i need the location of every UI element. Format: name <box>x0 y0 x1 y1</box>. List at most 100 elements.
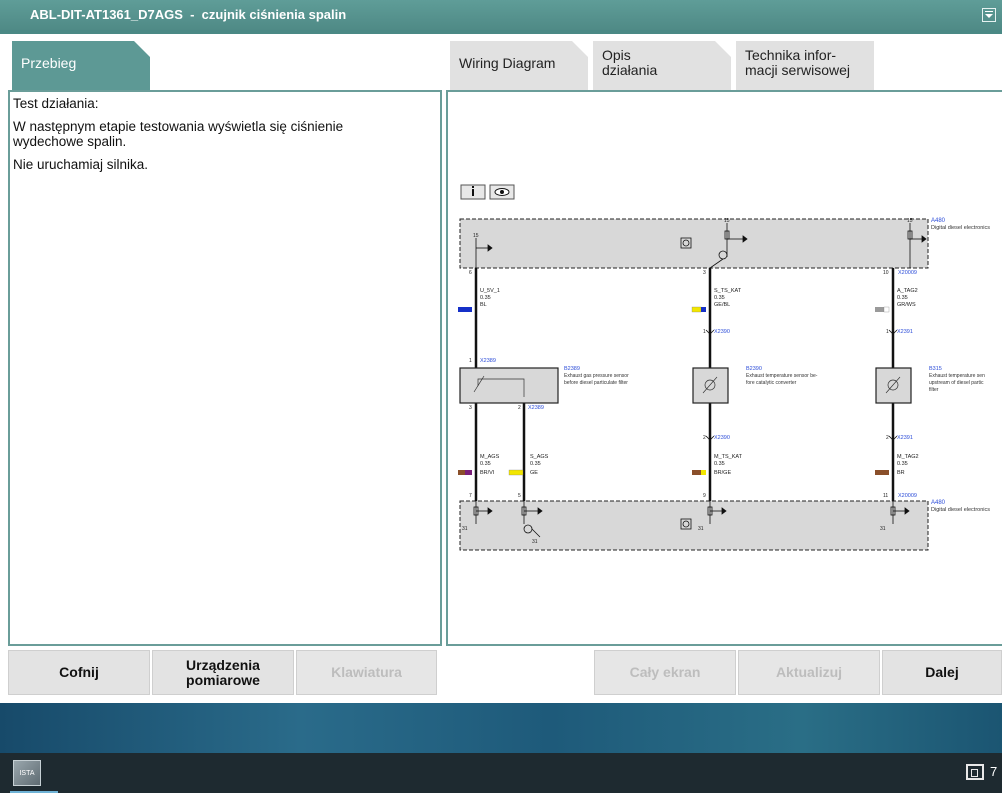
wire-color-swatch <box>701 307 706 312</box>
taskbar: ISTA 7 <box>0 753 1002 793</box>
bottom-box-label: Digital diesel electronics <box>931 507 990 513</box>
notification-icon[interactable] <box>966 764 984 780</box>
back-button[interactable]: Cofnij <box>8 650 150 695</box>
pin-label: 1 <box>886 329 889 335</box>
tab-przebieg[interactable]: Przebieg <box>12 41 150 90</box>
tab-label-line2: macji serwisowej <box>745 62 851 78</box>
pin-label: 2 <box>518 405 521 411</box>
connector-link[interactable]: X20009 <box>898 270 917 276</box>
fuse-label: 15 <box>907 218 913 224</box>
tab-label: Przebieg <box>21 55 77 71</box>
top-box-label: Digital diesel electronics <box>931 225 990 231</box>
top-box-ref[interactable]: A480 <box>931 218 946 224</box>
wire-color-code: GR/WS <box>897 302 916 308</box>
next-button[interactable]: Dalej <box>882 650 1002 695</box>
connector-link[interactable]: X2389 <box>528 405 544 411</box>
tab-label-line2: działania <box>602 62 658 78</box>
connector-link[interactable]: X2391 <box>897 329 913 335</box>
wire-color-code: GE/BL <box>714 302 730 308</box>
wire-name: M_AGS <box>480 454 500 460</box>
connector-link[interactable]: X2389 <box>480 358 496 364</box>
button-bar: Cofnij Urządzenia pomiarowe Klawiatura C… <box>0 646 1002 703</box>
wire-color-swatch <box>691 306 702 313</box>
window-title: ABL-DIT-AT1361_D7AGS - czujnik ciśnienia… <box>30 7 347 22</box>
wire-color-swatch <box>458 470 465 475</box>
wire-size: 0.35 <box>897 461 908 467</box>
button-label-line1: Urządzenia <box>186 656 260 673</box>
wire-size: 0.35 <box>714 295 725 301</box>
wire-color-swatch <box>883 306 890 313</box>
wire-name: S_TS_KAT <box>714 288 742 294</box>
sensor-description: Exhaust gas pressure sensor <box>564 373 629 379</box>
sensor-ref-link[interactable]: B2390 <box>746 366 762 372</box>
connector-link[interactable]: X2390 <box>714 435 730 441</box>
tab-wiring-diagram[interactable]: Wiring Diagram <box>450 41 588 90</box>
ground-label: 31 <box>880 526 886 532</box>
wire-color-swatch <box>875 307 884 312</box>
pin-label: 11 <box>883 493 888 499</box>
instruction-text: W następnym etapie testowania wyświetla … <box>13 119 344 149</box>
wiring-diagram: A480 Digital diesel electronics 15 15 15… <box>458 184 990 551</box>
taskbar-app-ista[interactable]: ISTA <box>10 757 58 793</box>
pin-label: 1 <box>703 329 706 335</box>
wire-color-swatch <box>692 470 701 475</box>
circuit-b2389 <box>458 268 559 501</box>
measuring-devices-button[interactable]: Urządzenia pomiarowe <box>152 650 294 695</box>
pin-label: 2 <box>886 435 889 441</box>
bottom-box-ref[interactable]: A480 <box>931 500 946 506</box>
wiring-diagram-panel: A480 Digital diesel electronics 15 15 15… <box>446 90 1002 646</box>
update-button[interactable]: Aktualizuj <box>738 650 880 695</box>
app-window: ABL-DIT-AT1361_D7AGS - czujnik ciśnienia… <box>0 0 1002 703</box>
sensor-description: before diesel particulate filter <box>564 380 628 386</box>
wire-size: 0.35 <box>897 295 908 301</box>
view-button[interactable] <box>489 184 515 200</box>
wire-color-code: BR/GE <box>714 470 731 476</box>
tray-clock: 7 <box>990 764 998 779</box>
ecu-top-box <box>459 218 929 269</box>
pin-label: 7 <box>469 493 472 499</box>
connector-link[interactable]: X20009 <box>898 493 917 499</box>
wire-color-code: GE <box>530 470 538 476</box>
fuse-label: 15 <box>724 218 730 224</box>
wire-name: U_5V_1 <box>480 288 500 294</box>
info-button[interactable] <box>460 184 486 200</box>
fuse-label: 15 <box>473 233 479 239</box>
wire-name: M_TAG2 <box>897 454 919 460</box>
sensor-ref-link[interactable]: B315 <box>929 366 942 372</box>
ground-label: 31 <box>698 526 704 532</box>
sensor-description: Exhaust temperature sen <box>929 373 985 379</box>
wire-color-swatch <box>701 470 706 475</box>
keyboard-button[interactable]: Klawiatura <box>296 650 437 695</box>
ground-label: 31 <box>462 526 468 532</box>
pin-label: 10 <box>883 270 889 276</box>
ista-app-icon: ISTA <box>13 760 41 786</box>
wire-size: 0.35 <box>530 461 541 467</box>
sensor-description: Exhaust temperature sensor be- <box>746 373 818 379</box>
wire-color-swatch <box>875 470 889 475</box>
pin-label: 6 <box>469 270 472 276</box>
connector-link[interactable]: X2390 <box>714 329 730 335</box>
wire-color-swatch <box>508 469 524 476</box>
button-label-line2: pomiarowe <box>186 671 260 688</box>
connector-link[interactable]: X2391 <box>897 435 913 441</box>
wire-name: S_AGS <box>530 454 549 460</box>
wire-color-code: BL <box>480 302 487 308</box>
sensor-description: filter <box>929 387 939 393</box>
minimize-window-icon[interactable] <box>982 8 996 22</box>
sensor-ref-link[interactable]: B2389 <box>564 366 580 372</box>
tab-label-line1: Opis <box>602 47 631 63</box>
wire-name: M_TS_KAT <box>714 454 743 460</box>
wire-size: 0.35 <box>480 295 491 301</box>
wire-color-swatch <box>465 470 472 475</box>
tab-technika-informacji[interactable]: Technika infor- macji serwisowej <box>736 41 874 90</box>
wire-name: A_TAG2 <box>897 288 918 294</box>
pin-label: 3 <box>703 270 706 276</box>
title-divider <box>0 30 1002 34</box>
fullscreen-button[interactable]: Cały ekran <box>594 650 736 695</box>
instruction-heading: Test działania: <box>13 96 99 111</box>
tab-opis-dzialania[interactable]: Opis działania <box>593 41 731 90</box>
desktop-background <box>0 703 1002 753</box>
title-bar: ABL-DIT-AT1361_D7AGS - czujnik ciśnienia… <box>0 0 1002 30</box>
wire-color-code: BR/VI <box>480 470 495 476</box>
pin-label: 5 <box>518 493 521 499</box>
